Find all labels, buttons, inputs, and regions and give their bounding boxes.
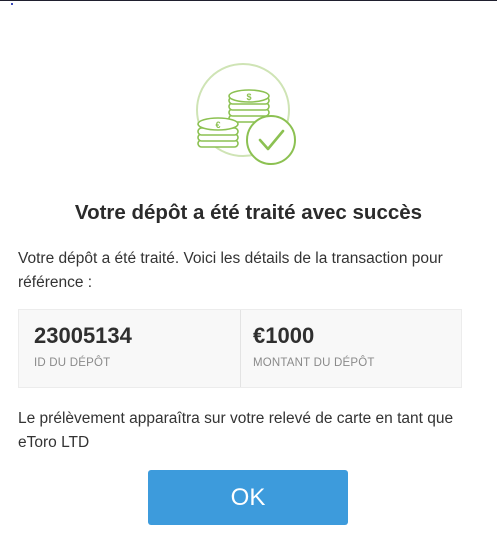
deposit-amount-value: €1000 xyxy=(253,323,315,348)
euro-symbol: € xyxy=(215,120,220,130)
details-divider xyxy=(240,310,241,387)
billing-note: Le prélèvement apparaîtra sur votre rele… xyxy=(18,410,454,451)
dollar-symbol: $ xyxy=(246,92,251,102)
dialog-title: Votre dépôt a été traité avec succès xyxy=(74,201,423,224)
deposit-success-illustration: $ € xyxy=(193,63,303,167)
ok-button[interactable]: OK xyxy=(148,470,348,525)
deposit-amount-label: MONTANT DU DÉPÔT xyxy=(253,357,375,369)
deposit-id-label: ID DU DÉPÔT xyxy=(34,357,111,369)
transaction-details: 23005134 ID DU DÉPÔT €1000 MONTANT DU DÉ… xyxy=(18,309,462,388)
deposit-id-value: 23005134 xyxy=(34,323,132,348)
corner-dot xyxy=(11,3,13,5)
coins-with-checkmark-icon: $ € xyxy=(196,63,296,165)
dialog-description: Votre dépôt a été traité. Voici les déta… xyxy=(18,250,443,291)
top-border xyxy=(0,0,497,1)
